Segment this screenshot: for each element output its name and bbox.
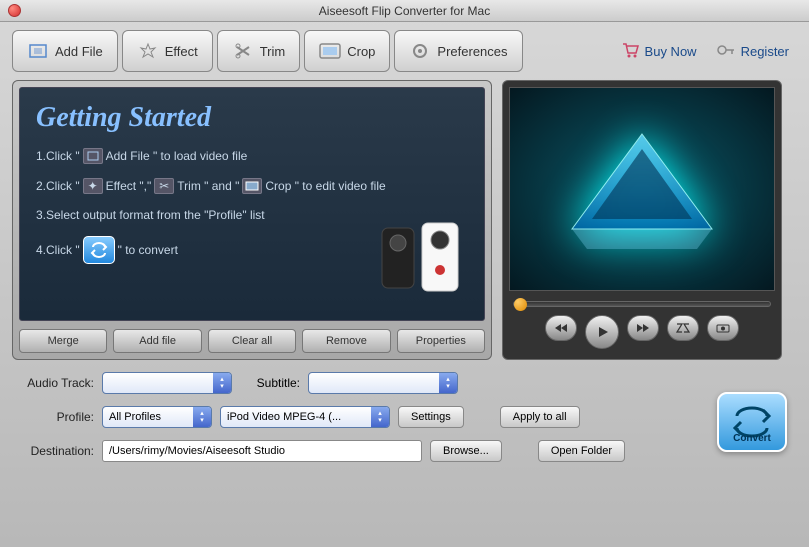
audio-track-select[interactable] (102, 372, 232, 394)
key-icon (717, 42, 735, 61)
trim-label: Trim (260, 44, 286, 59)
close-window-button[interactable] (8, 4, 21, 17)
gear-icon (409, 40, 431, 62)
next-button[interactable] (627, 315, 659, 341)
register-link[interactable]: Register (709, 38, 797, 65)
play-button[interactable] (585, 315, 619, 349)
clear-all-button[interactable]: Clear all (208, 329, 296, 353)
subtitle-select[interactable] (308, 372, 458, 394)
crop-label: Crop (347, 44, 375, 59)
preferences-button[interactable]: Preferences (394, 30, 522, 72)
getting-started-panel: Getting Started 1.Click " Add File " to … (12, 80, 492, 360)
getting-started-box: Getting Started 1.Click " Add File " to … (19, 87, 485, 321)
audio-track-label: Audio Track: (16, 376, 94, 390)
settings-area: Audio Track: Subtitle: Profile: All Prof… (0, 360, 809, 482)
cart-icon (621, 42, 639, 61)
subtitle-label: Subtitle: (240, 376, 300, 390)
camera-illustration (372, 208, 472, 308)
seek-bar[interactable] (513, 301, 771, 307)
effect-button[interactable]: Effect (122, 30, 213, 72)
getting-started-title: Getting Started (36, 102, 468, 134)
open-folder-button[interactable]: Open Folder (538, 440, 625, 462)
preview-panel (502, 80, 782, 360)
register-label: Register (741, 44, 789, 59)
settings-button[interactable]: Settings (398, 406, 464, 428)
apply-to-all-button[interactable]: Apply to all (500, 406, 580, 428)
fullscreen-button[interactable] (667, 315, 699, 341)
crop-button[interactable]: Crop (304, 30, 390, 72)
step-2: 2.Click " ✦ Effect "," ✂ Trim " and " Cr… (36, 178, 468, 194)
video-preview (509, 87, 775, 291)
remove-button[interactable]: Remove (302, 329, 390, 353)
convert-button[interactable]: Convert (717, 392, 787, 452)
crop-icon (319, 40, 341, 62)
mini-trim-icon: ✂ (154, 178, 174, 194)
profile-label: Profile: (16, 410, 94, 424)
window-title: Aiseesoft Flip Converter for Mac (319, 4, 490, 18)
preview-logo (552, 119, 732, 259)
trim-button[interactable]: Trim (217, 30, 301, 72)
effect-icon (137, 40, 159, 62)
properties-button[interactable]: Properties (397, 329, 485, 353)
panel-button-row: Merge Add file Clear all Remove Properti… (19, 329, 485, 353)
trim-icon (232, 40, 254, 62)
merge-button[interactable]: Merge (19, 329, 107, 353)
mini-crop-icon (242, 178, 262, 194)
main-toolbar: Add File Effect Trim Crop Preferences Bu… (0, 22, 809, 80)
profile-category-select[interactable]: All Profiles (102, 406, 212, 428)
buy-now-link[interactable]: Buy Now (613, 38, 705, 65)
media-controls (509, 315, 775, 353)
destination-input[interactable] (102, 440, 422, 462)
snapshot-button[interactable] (707, 315, 739, 341)
seek-handle[interactable] (514, 298, 527, 311)
add-file-label: Add File (55, 44, 103, 59)
step-1: 1.Click " Add File " to load video file (36, 148, 468, 164)
add-file-icon (27, 40, 49, 62)
effect-label: Effect (165, 44, 198, 59)
profile-format-select[interactable]: iPod Video MPEG-4 (... (220, 406, 390, 428)
prev-button[interactable] (545, 315, 577, 341)
mini-addfile-icon (83, 148, 103, 164)
browse-button[interactable]: Browse... (430, 440, 502, 462)
titlebar: Aiseesoft Flip Converter for Mac (0, 0, 809, 22)
preferences-label: Preferences (437, 44, 507, 59)
destination-label: Destination: (16, 444, 94, 458)
convert-label: Convert (733, 433, 771, 444)
mini-effect-icon: ✦ (83, 178, 103, 194)
add-file-button[interactable]: Add File (12, 30, 118, 72)
add-file-panel-button[interactable]: Add file (113, 329, 201, 353)
buy-now-label: Buy Now (645, 44, 697, 59)
mini-convert-icon (83, 236, 115, 264)
